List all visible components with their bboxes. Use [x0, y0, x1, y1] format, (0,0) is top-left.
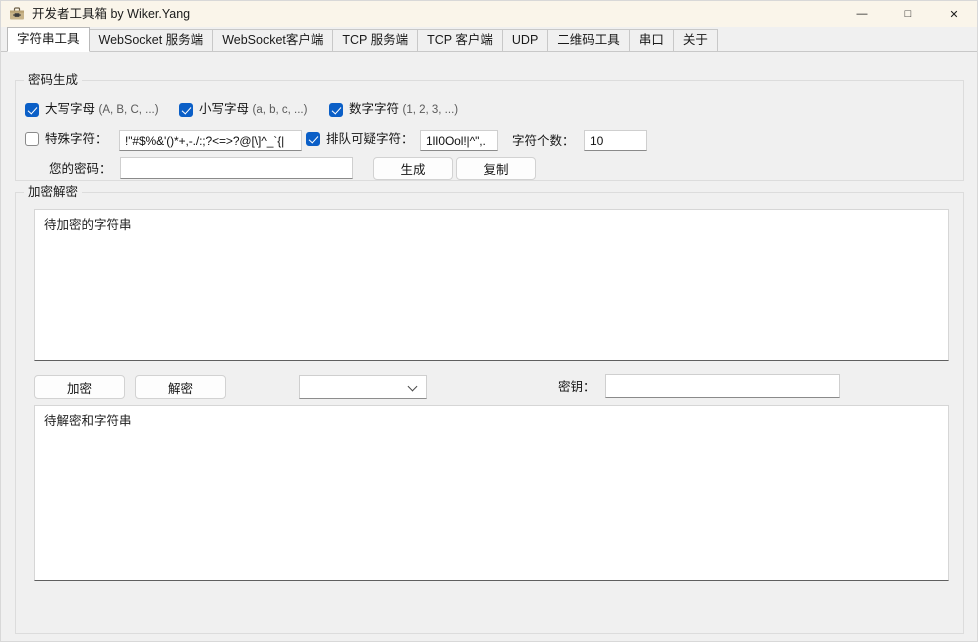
tab-tcp-client[interactable]: TCP 客户端 — [417, 29, 503, 52]
crypto-group-legend: 加密解密 — [24, 185, 83, 199]
plaintext-placeholder: 待加密的字符串 — [44, 218, 132, 232]
decrypt-button[interactable]: 解密 — [135, 375, 226, 399]
tab-udp[interactable]: UDP — [501, 29, 549, 52]
tab-qrcode-tools[interactable]: 二维码工具 — [547, 29, 630, 52]
toolbox-icon — [9, 6, 25, 22]
tab-bar: 字符串工具 WebSocket 服务端 WebSocket客户端 TCP 服务端… — [1, 27, 977, 52]
checkbox-ambiguous-chars-box[interactable] — [306, 132, 320, 146]
checkbox-special-chars-label: 特殊字符： — [45, 132, 108, 146]
password-group-legend: 密码生成 — [24, 73, 83, 87]
checkbox-lowercase-label: 小写字母 (a, b, c, ...) — [199, 102, 308, 116]
password-input[interactable] — [120, 157, 353, 179]
special-chars-input[interactable]: !"#$%&'()*+,-./:;?<=>?@[\]^_`{| — [119, 130, 302, 151]
checkbox-lowercase-box[interactable] — [179, 102, 193, 117]
generate-password-button[interactable]: 生成 — [373, 157, 453, 180]
tab-websocket-server[interactable]: WebSocket 服务端 — [88, 29, 214, 52]
key-label: 密钥： — [558, 380, 596, 394]
ciphertext-placeholder: 待解密和字符串 — [44, 414, 132, 428]
ambiguous-chars-input[interactable]: 1lI0Ool!|^",. — [420, 130, 498, 151]
length-label: 字符个数： — [512, 134, 575, 148]
close-button[interactable]: ✕ — [931, 1, 977, 27]
password-generation-group: 密码生成 大写字母 (A, B, C, ...) 小写字母 (a, b, c, … — [15, 73, 964, 181]
checkbox-special-chars-box[interactable] — [25, 132, 39, 146]
tab-websocket-client[interactable]: WebSocket客户端 — [212, 29, 334, 52]
checkbox-digits-box[interactable] — [329, 102, 343, 117]
checkbox-lowercase[interactable]: 小写字母 (a, b, c, ...) — [179, 102, 307, 117]
ciphertext-textarea[interactable]: 待解密和字符串 — [34, 405, 949, 581]
tab-string-tools[interactable]: 字符串工具 — [7, 27, 90, 52]
maximize-button[interactable]: □ — [885, 1, 931, 27]
plaintext-textarea[interactable]: 待加密的字符串 — [34, 209, 949, 361]
checkbox-uppercase-label: 大写字母 (A, B, C, ...) — [45, 102, 159, 116]
checkbox-uppercase[interactable]: 大写字母 (A, B, C, ...) — [25, 102, 159, 117]
tab-about[interactable]: 关于 — [672, 29, 718, 52]
app-window: 开发者工具箱 by Wiker.Yang — □ ✕ 字符串工具 WebSock… — [0, 0, 978, 642]
title-bar: 开发者工具箱 by Wiker.Yang — □ ✕ — [1, 1, 977, 27]
checkbox-special-chars[interactable]: 特殊字符： — [25, 132, 108, 146]
checkbox-ambiguous-chars[interactable]: 排队可疑字符： — [306, 132, 414, 146]
algorithm-select[interactable] — [299, 375, 427, 399]
tab-tcp-server[interactable]: TCP 服务端 — [332, 29, 419, 52]
password-label: 您的密码： — [49, 162, 112, 176]
checkbox-digits-label: 数字字符 (1, 2, 3, ...) — [349, 102, 459, 116]
length-input[interactable]: 10 — [584, 130, 647, 151]
chevron-down-icon — [409, 383, 418, 392]
checkbox-digits[interactable]: 数字字符 (1, 2, 3, ...) — [329, 102, 458, 117]
copy-password-button[interactable]: 复制 — [456, 157, 536, 180]
checkbox-ambiguous-chars-label: 排队可疑字符： — [326, 132, 414, 146]
encryption-decryption-group: 加密解密 待加密的字符串 加密 解密 密钥： 待解密和字符串 — [15, 185, 964, 634]
window-controls: — □ ✕ — [839, 1, 977, 27]
window-title: 开发者工具箱 by Wiker.Yang — [32, 7, 191, 21]
minimize-button[interactable]: — — [839, 1, 885, 27]
checkbox-uppercase-box[interactable] — [25, 102, 39, 117]
key-input[interactable] — [605, 374, 840, 398]
tab-serial-port[interactable]: 串口 — [628, 29, 674, 52]
tab-content-string-tools: 密码生成 大写字母 (A, B, C, ...) 小写字母 (a, b, c, … — [1, 51, 977, 641]
encrypt-button[interactable]: 加密 — [34, 375, 125, 399]
